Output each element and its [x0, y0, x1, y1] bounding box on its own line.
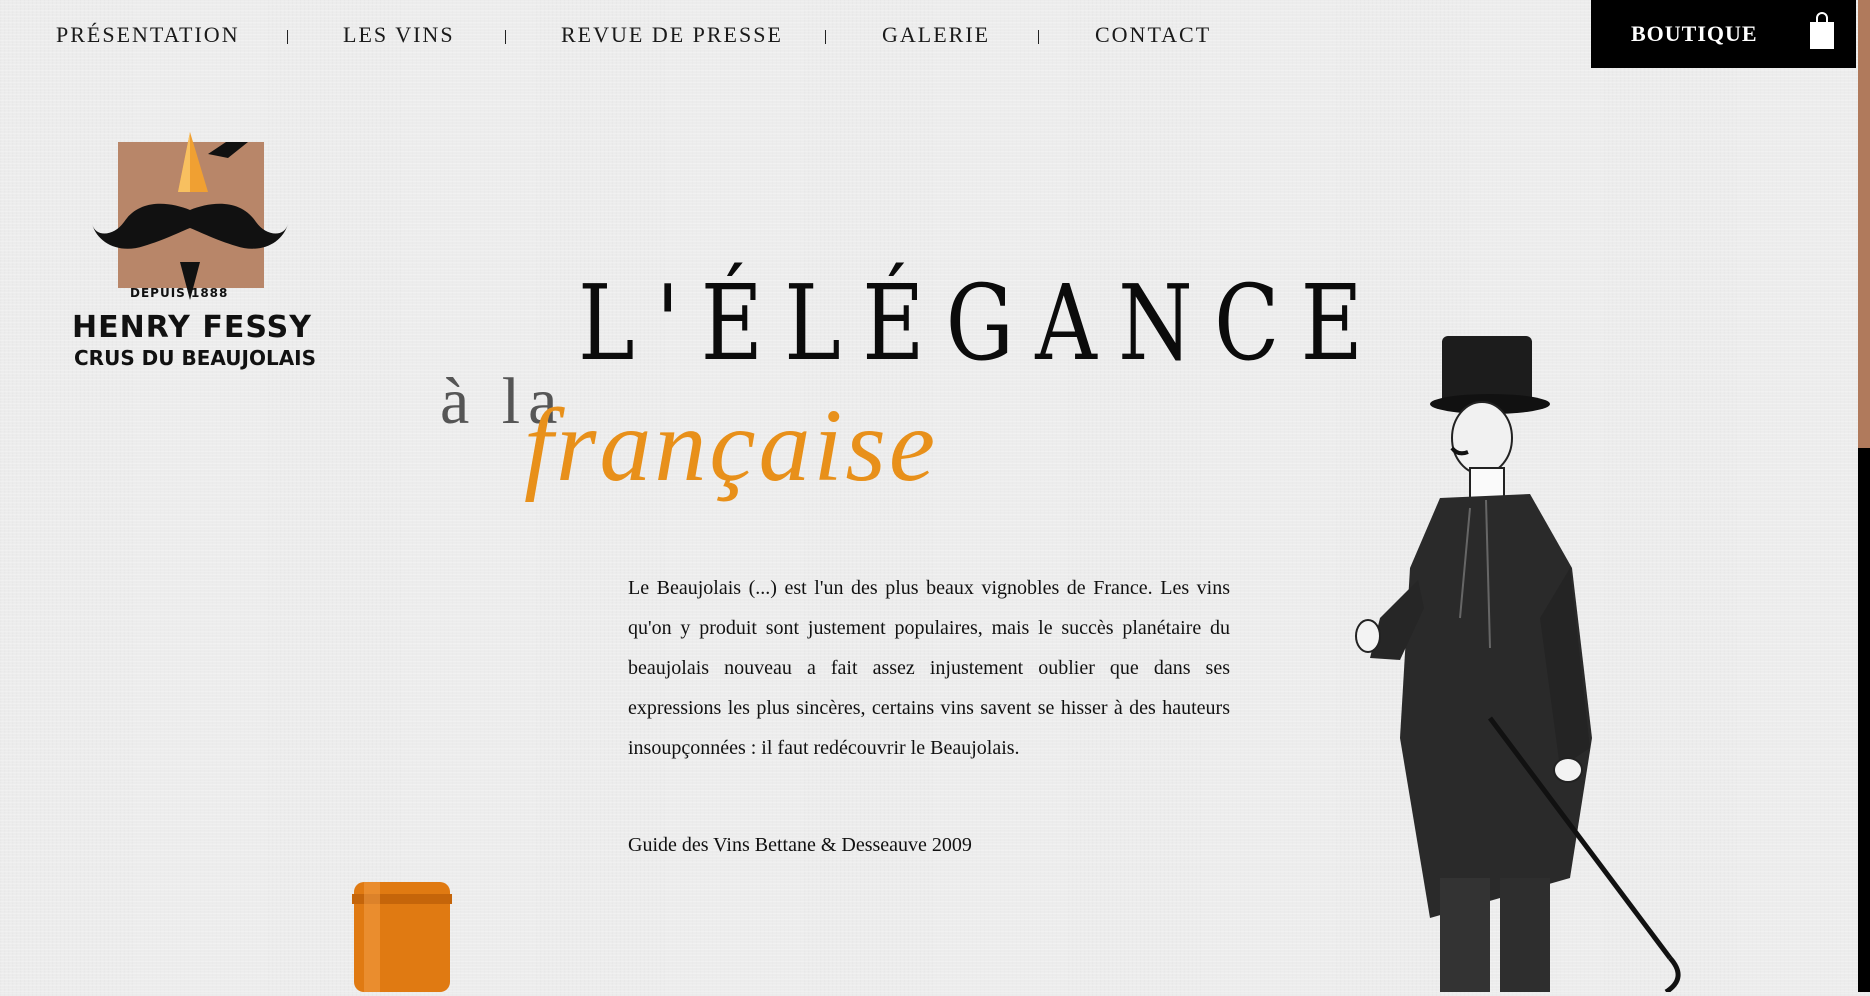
quote-citation: Guide des Vins Bettane & Desseauve 2009 [628, 834, 972, 856]
nav-item-galerie[interactable]: GALERIE [882, 22, 990, 48]
gentleman-illustration [1340, 318, 1720, 996]
hero-subline-francaise: française [524, 388, 939, 503]
hero-headline: L'ÉLÉGANCE [578, 262, 1385, 384]
nav-separator [825, 30, 826, 44]
logo-since: DEPUIS 1888 [130, 286, 229, 300]
brand-logo[interactable]: DEPUIS 1888 HENRY FESSY CRUS DU BEAUJOLA… [70, 132, 316, 372]
wine-bottle-image [350, 880, 454, 996]
nav-item-les-vins[interactable]: LES VINS [343, 22, 455, 48]
main-nav: PRÉSENTATION LES VINS REVUE DE PRESSE GA… [0, 0, 1260, 68]
mustache-emblem [92, 132, 288, 300]
nav-item-revue-de-presse[interactable]: REVUE DE PRESSE [561, 22, 783, 48]
edge-strip-black [1858, 448, 1870, 992]
shopping-bag-icon [1809, 12, 1835, 54]
logo-name: HENRY FESSY [72, 310, 312, 345]
edge-strip-brown [1858, 0, 1870, 448]
nav-item-contact[interactable]: CONTACT [1095, 22, 1211, 48]
press-quote: Le Beaujolais (...) est l'un des plus be… [628, 577, 1230, 759]
nav-separator [287, 30, 288, 44]
nav-separator [1038, 30, 1039, 44]
nav-item-presentation[interactable]: PRÉSENTATION [56, 22, 240, 48]
logo-subtitle: CRUS DU BEAUJOLAIS [74, 346, 317, 370]
nav-separator [505, 30, 506, 44]
boutique-label: BOUTIQUE [1631, 21, 1758, 46]
boutique-button[interactable]: BOUTIQUE [1591, 0, 1856, 68]
